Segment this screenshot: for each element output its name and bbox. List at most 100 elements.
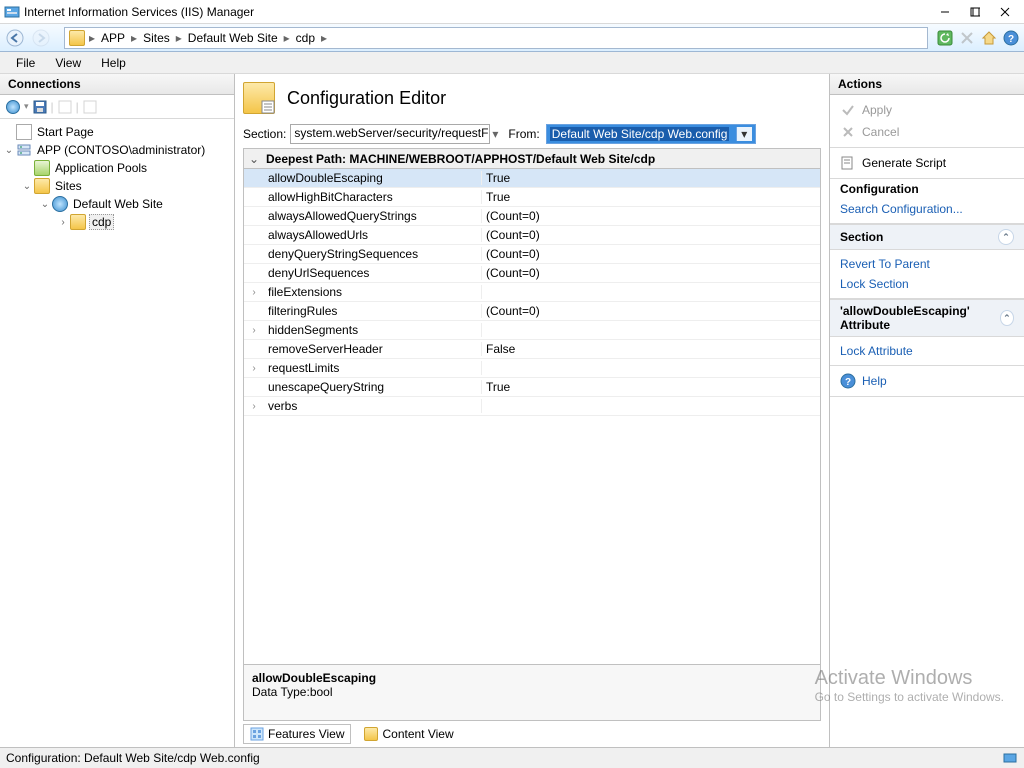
property-name: filteringRules [264,304,482,318]
property-row[interactable]: allowHighBitCharactersTrue [244,188,820,207]
collapse-icon[interactable]: ⌄ [244,152,264,166]
tree-node[interactable]: ⌄ Sites [0,177,234,195]
expand-icon[interactable]: › [244,363,264,374]
back-button[interactable] [2,27,28,49]
expand-icon[interactable] [81,98,99,116]
folder-icon [70,214,86,230]
property-row[interactable]: ›requestLimits [244,359,820,378]
forward-button[interactable] [28,27,54,49]
property-name: fileExtensions [264,285,482,299]
property-value[interactable]: True [482,171,820,185]
expand-icon[interactable]: › [244,287,264,298]
section-subheader[interactable]: Section ⌃ [830,224,1024,250]
property-row[interactable]: filteringRules(Count=0) [244,302,820,321]
menu-view[interactable]: View [45,54,91,72]
grid-group-header[interactable]: ⌄ Deepest Path: MACHINE/WEBROOT/APPHOST/… [244,149,820,169]
expand-icon[interactable]: › [244,401,264,412]
from-dropdown[interactable]: Default Web Site/cdp Web.config ▾ [546,124,756,144]
home-button[interactable] [978,27,1000,49]
breadcrumb-item[interactable]: Default Web Site [184,31,282,45]
up-icon[interactable] [56,98,74,116]
breadcrumb-item[interactable]: APP [97,31,129,45]
tree-node[interactable]: ⌄ Default Web Site [0,195,234,213]
tab-label: Features View [268,727,344,741]
connect-icon[interactable] [4,98,22,116]
property-value[interactable]: (Count=0) [482,304,820,318]
property-value[interactable]: (Count=0) [482,209,820,223]
property-row[interactable]: ›fileExtensions [244,283,820,302]
connections-panel: Connections ▾ | | Start Page⌄APP (CONTOS… [0,74,235,747]
action-revert-to-parent[interactable]: Revert To Parent [830,254,1024,274]
help-button[interactable]: ? [1000,27,1022,49]
breadcrumb-item[interactable]: Sites [139,31,174,45]
action-generate-script[interactable]: Generate Script [830,152,1024,174]
chevron-right-icon: ▸ [319,31,329,45]
menu-file[interactable]: File [6,54,45,72]
action-lock-section[interactable]: Lock Section [830,274,1024,294]
connections-header: Connections [0,74,234,95]
tab-content-view[interactable]: Content View [357,724,460,744]
property-row[interactable]: ›hiddenSegments [244,321,820,340]
property-row[interactable]: denyQueryStringSequences(Count=0) [244,245,820,264]
property-value[interactable]: False [482,342,820,356]
chevron-right-icon: ▸ [129,31,139,45]
configuration-label: Configuration [830,179,1024,199]
stop-button[interactable] [956,27,978,49]
editor-header: Configuration Editor [243,82,821,114]
close-button[interactable] [990,1,1020,23]
menu-help[interactable]: Help [91,54,136,72]
property-row[interactable]: unescapeQueryStringTrue [244,378,820,397]
save-icon[interactable] [31,98,49,116]
minimize-button[interactable] [930,1,960,23]
tab-features-view[interactable]: Features View [243,724,351,744]
action-search-configuration[interactable]: Search Configuration... [830,199,1024,219]
property-value[interactable]: True [482,380,820,394]
action-lock-attribute[interactable]: Lock Attribute [830,341,1024,361]
action-apply: Apply [830,99,1024,121]
property-row[interactable]: ›verbs [244,397,820,416]
property-value[interactable]: (Count=0) [482,247,820,261]
main-area: Connections ▾ | | Start Page⌄APP (CONTOS… [0,74,1024,747]
property-name: alwaysAllowedQueryStrings [264,209,482,223]
property-value[interactable]: (Count=0) [482,266,820,280]
chevron-right-icon: ▸ [174,31,184,45]
tree-node[interactable]: ⌄ APP (CONTOSO\administrator) [0,141,234,159]
tree-twisty[interactable]: ⌄ [2,145,16,156]
chevron-up-icon[interactable]: ⌃ [1000,310,1014,326]
property-value[interactable]: True [482,190,820,204]
property-row[interactable]: allowDoubleEscapingTrue [244,169,820,188]
tree-label: Start Page [35,125,96,139]
maximize-button[interactable] [960,1,990,23]
center-panel: Configuration Editor Section: system.web… [235,74,829,747]
tree-twisty[interactable]: ⌄ [38,199,52,210]
tree-node[interactable]: Start Page [0,123,234,141]
section-dropdown[interactable]: system.webServer/security/requestFilteri… [290,124,490,144]
tree-label: Default Web Site [71,197,165,211]
desc-type: Data Type:bool [252,685,812,699]
chevron-right-icon: ▸ [282,31,292,45]
chevron-up-icon[interactable]: ⌃ [998,229,1014,245]
tree-twisty[interactable]: › [56,217,70,228]
tree-twisty[interactable]: ⌄ [20,181,34,192]
tree-node[interactable]: Application Pools [0,159,234,177]
chevron-down-icon[interactable]: ▾ [736,127,752,141]
chevron-down-icon[interactable]: ▾ [492,127,498,141]
property-row[interactable]: alwaysAllowedUrls(Count=0) [244,226,820,245]
refresh-button[interactable] [934,27,956,49]
tree-label: Sites [53,179,84,193]
action-help[interactable]: ? Help [830,370,1024,392]
tree-label: APP (CONTOSO\administrator) [35,143,207,157]
property-row[interactable]: denyUrlSequences(Count=0) [244,264,820,283]
expand-icon[interactable]: › [244,325,264,336]
breadcrumb[interactable]: ▸ APP ▸ Sites ▸ Default Web Site ▸ cdp ▸ [64,27,928,49]
attribute-subheader[interactable]: 'allowDoubleEscaping' Attribute ⌃ [830,299,1024,337]
features-icon [250,727,264,741]
tree-node[interactable]: › cdp [0,213,234,231]
property-row[interactable]: alwaysAllowedQueryStrings(Count=0) [244,207,820,226]
property-value[interactable]: (Count=0) [482,228,820,242]
view-tabs: Features View Content View [243,721,821,747]
tree-label: cdp [89,214,114,230]
breadcrumb-item[interactable]: cdp [292,31,319,45]
property-row[interactable]: removeServerHeaderFalse [244,340,820,359]
page-icon [16,124,32,140]
